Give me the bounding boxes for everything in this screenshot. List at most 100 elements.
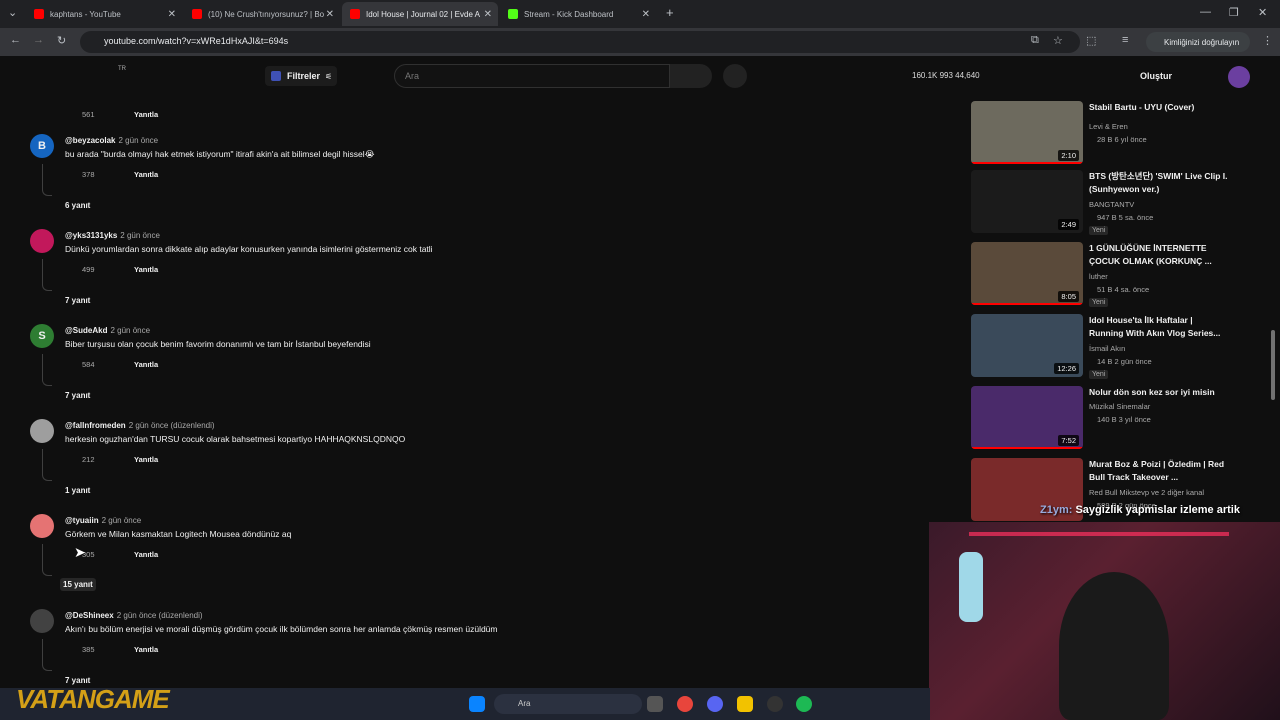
file-explorer-icon[interactable] — [737, 696, 753, 712]
reply-button[interactable]: Yanıtla — [134, 360, 158, 369]
discord-icon[interactable] — [707, 696, 723, 712]
url-input[interactable]: youtube.com/watch?v=xWRe1dHxAJI&t=694s — [80, 31, 1080, 53]
windows-start-icon[interactable] — [469, 696, 485, 712]
comment-time[interactable]: 2 gün önce (düzenlendi) — [117, 611, 203, 620]
reply-button[interactable]: Yanıtla — [134, 170, 158, 179]
page-scrollbar[interactable] — [1271, 330, 1275, 400]
video-title[interactable]: Nolur dön son kez sor iyi misin — [1089, 386, 1229, 399]
new-tab-icon[interactable]: + — [666, 5, 674, 20]
bookmark-star-icon[interactable]: ☆ — [1053, 34, 1063, 47]
comment-author[interactable]: @DeShineex 2 gün önce (düzenlendi) — [65, 611, 203, 620]
replies-toggle[interactable]: 7 yanıt — [65, 296, 90, 305]
video-thumbnail[interactable]: 7:52 — [971, 386, 1083, 449]
video-title[interactable]: BTS (방탄소년단) 'SWIM' Live Clip I. (Sunhyew… — [1089, 170, 1229, 196]
video-thumbnail[interactable]: 2:49 — [971, 170, 1083, 233]
extension-k-icon — [271, 71, 281, 81]
voice-search-button[interactable] — [723, 64, 747, 88]
video-thumbnail[interactable]: 2:10 — [971, 101, 1083, 164]
reply-button[interactable]: Yanıtla — [134, 265, 158, 274]
close-tab-icon[interactable]: ✕ — [484, 9, 492, 20]
tab-idol-house[interactable]: Idol House | Journal 02 | Evde A ✕ — [342, 2, 498, 26]
avatar[interactable] — [30, 229, 54, 253]
profile-button[interactable]: Kimliğinizi doğrulayın — [1146, 32, 1250, 52]
reload-icon[interactable]: ↻ — [57, 34, 66, 47]
tab-kick-dashboard[interactable]: Stream - Kick Dashboard ✕ — [500, 2, 656, 26]
filters-button[interactable]: Filtreler ⚟ — [265, 66, 337, 86]
video-card[interactable]: 2:10 Stabil Bartu - UYU (Cover) Levi & E… — [971, 101, 1261, 167]
reply-button[interactable]: Yanıtla — [134, 110, 158, 119]
search-button[interactable] — [670, 64, 712, 88]
channel-name[interactable]: Müzikal Sinemalar — [1089, 402, 1150, 411]
author-name[interactable]: @beyzacolak — [65, 136, 116, 145]
reply-button[interactable]: Yanıtla — [134, 455, 158, 464]
comment-time[interactable]: 2 gün önce — [120, 231, 160, 240]
author-name[interactable]: @tyuaiin — [65, 516, 99, 525]
video-card[interactable]: 8:05 1 GÜNLÜĞÜNE İNTERNETTE ÇOCUK OLMAK … — [971, 242, 1261, 308]
search-input[interactable]: Ara — [394, 64, 670, 88]
close-window-icon[interactable]: ✕ — [1258, 6, 1267, 19]
forward-icon[interactable]: → — [33, 34, 44, 46]
close-tab-icon[interactable]: ✕ — [168, 9, 176, 20]
microphone — [959, 552, 983, 622]
comment-time[interactable]: 2 gün önce — [110, 326, 150, 335]
chrome-icon[interactable] — [677, 696, 693, 712]
avatar[interactable]: B — [30, 134, 54, 158]
author-name[interactable]: @DeShineex — [65, 611, 114, 620]
comment-author[interactable]: @SudeAkd 2 gün önce — [65, 326, 150, 335]
extensions-icon[interactable]: ⬚ — [1086, 34, 1096, 47]
tab-search-icon[interactable]: ⌄ — [8, 6, 17, 19]
comment-text: Dünkü yorumlardan sonra dikkate alıp ada… — [65, 244, 433, 254]
spotify-icon[interactable] — [796, 696, 812, 712]
video-card[interactable]: 12:26 Idol House'ta İlk Haftalar | Runni… — [971, 314, 1261, 380]
channel-name[interactable]: luther — [1089, 272, 1108, 281]
comment-author[interactable]: @yks3131yks 2 gün önce — [65, 231, 160, 240]
video-thumbnail[interactable]: 12:26 — [971, 314, 1083, 377]
maximize-icon[interactable]: ❐ — [1229, 6, 1239, 19]
replies-toggle[interactable]: 15 yanıt — [60, 578, 96, 591]
channel-name[interactable]: Red Bull Mikstevp ve 2 diğer kanal — [1089, 488, 1204, 497]
comment-author[interactable]: @beyzacolak 2 gün önce — [65, 136, 158, 145]
avatar[interactable] — [30, 514, 54, 538]
video-card[interactable]: 2:49 BTS (방탄소년단) 'SWIM' Live Clip I. (Su… — [971, 170, 1261, 236]
task-view-icon[interactable] — [647, 696, 663, 712]
install-icon[interactable]: ⧉ — [1031, 34, 1039, 47]
avatar[interactable] — [30, 419, 54, 443]
video-meta: 947 B 5 sa. önce — [1097, 213, 1154, 222]
replies-toggle[interactable]: 7 yanıt — [65, 391, 90, 400]
account-avatar[interactable] — [1228, 66, 1250, 88]
taskbar-search[interactable]: Ara — [494, 694, 642, 714]
menu-icon[interactable]: ⋮ — [1262, 34, 1273, 47]
comment-author[interactable]: @tyuaiin 2 gün önce — [65, 516, 141, 525]
comment-author[interactable]: @fallnfromeden 2 gün önce (düzenlendi) — [65, 421, 215, 430]
video-title[interactable]: Stabil Bartu - UYU (Cover) — [1089, 101, 1229, 114]
channel-name[interactable]: Levi & Eren — [1089, 122, 1128, 131]
channel-name[interactable]: İsmail Akın — [1089, 344, 1125, 353]
reply-button[interactable]: Yanıtla — [134, 550, 158, 559]
video-title[interactable]: 1 GÜNLÜĞÜNE İNTERNETTE ÇOCUK OLMAK (KORK… — [1089, 242, 1229, 268]
author-name[interactable]: @yks3131yks — [65, 231, 117, 240]
video-card[interactable]: 7:52 Nolur dön son kez sor iyi misin Müz… — [971, 386, 1261, 452]
reply-button[interactable]: Yanıtla — [134, 645, 158, 654]
comment-time[interactable]: 2 gün önce — [119, 136, 159, 145]
create-button[interactable]: Oluştur — [1140, 71, 1172, 81]
comment-time[interactable]: 2 gün önce (düzenlendi) — [129, 421, 215, 430]
avatar[interactable] — [30, 609, 54, 633]
avatar[interactable]: S — [30, 324, 54, 348]
obs-icon[interactable] — [767, 696, 783, 712]
author-name[interactable]: @fallnfromeden — [65, 421, 126, 430]
media-icon[interactable]: ≡ — [1122, 34, 1128, 46]
comment-time[interactable]: 2 gün önce — [102, 516, 142, 525]
close-tab-icon[interactable]: ✕ — [642, 9, 650, 20]
video-title[interactable]: Idol House'ta İlk Haftalar | Running Wit… — [1089, 314, 1229, 340]
minimize-icon[interactable]: — — [1200, 6, 1211, 18]
replies-toggle[interactable]: 1 yanıt — [65, 486, 90, 495]
close-tab-icon[interactable]: ✕ — [326, 9, 334, 20]
tab-kaphtans[interactable]: kaphtans - YouTube ✕ — [26, 2, 182, 26]
tab-crush[interactable]: (10) Ne Crush'tınıyorsunuz? | Bo ✕ — [184, 2, 340, 26]
replies-toggle[interactable]: 6 yanıt — [65, 201, 90, 210]
channel-name[interactable]: BANGTANTV — [1089, 200, 1134, 209]
video-title[interactable]: Murat Boz & Poizi | Özledim | Red Bull T… — [1089, 458, 1229, 484]
back-icon[interactable]: ← — [10, 34, 21, 46]
video-thumbnail[interactable]: 8:05 — [971, 242, 1083, 305]
author-name[interactable]: @SudeAkd — [65, 326, 107, 335]
